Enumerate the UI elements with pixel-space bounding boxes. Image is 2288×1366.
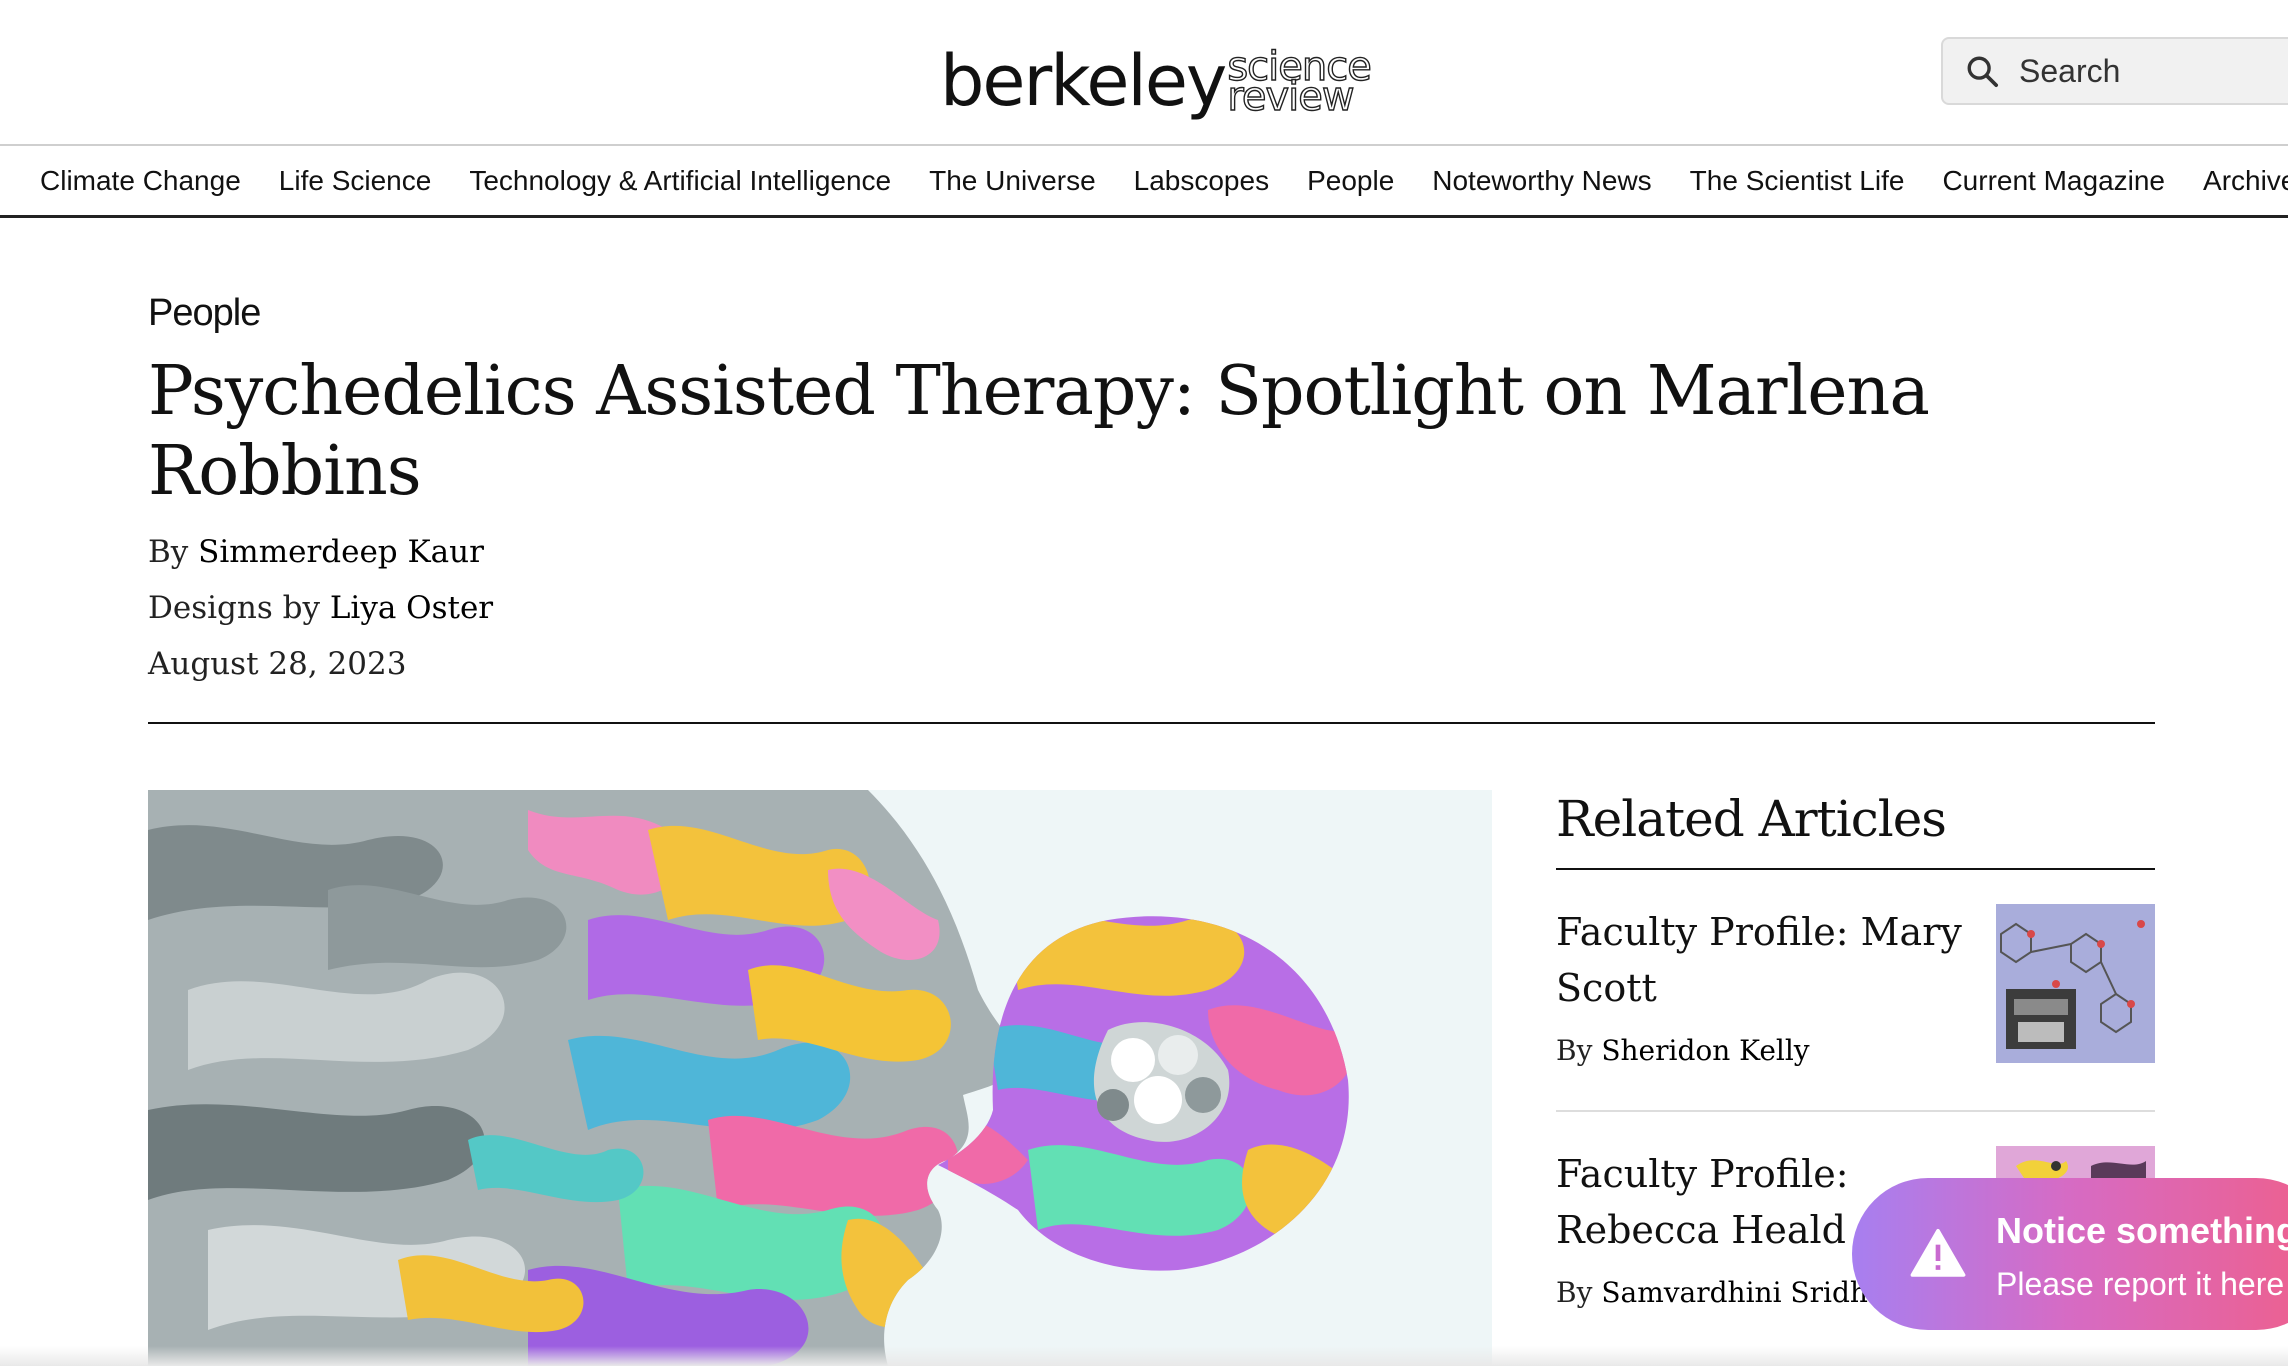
article-category[interactable]: People bbox=[148, 292, 261, 335]
feedback-notice[interactable]: Notice something Please report it here bbox=[1852, 1178, 2288, 1330]
nav-item-life-science[interactable]: Life Science bbox=[279, 165, 432, 197]
related-divider bbox=[1556, 868, 2155, 870]
byline-label: By bbox=[1556, 1276, 1593, 1309]
notice-report-link[interactable]: Please report it here bbox=[1996, 1266, 2284, 1303]
byline-label: By bbox=[1556, 1034, 1593, 1067]
author-link[interactable]: Simmerdeep Kaur bbox=[198, 534, 484, 570]
nav-item-noteworthy-news[interactable]: Noteworthy News bbox=[1432, 165, 1651, 197]
related-article-byline: By Sheridon Kelly bbox=[1556, 1034, 1810, 1067]
site-logo[interactable]: berkeley science review bbox=[940, 26, 1373, 122]
nav-item-archive[interactable]: Archive bbox=[2203, 165, 2288, 197]
notice-title: Notice something bbox=[1996, 1210, 2288, 1251]
related-articles-heading: Related Articles bbox=[1556, 790, 1947, 848]
site-header: berkeley science review bbox=[0, 0, 2288, 146]
related-article-title[interactable]: Faculty Profile: Mary Scott bbox=[1556, 904, 1976, 1016]
related-article-thumbnail[interactable] bbox=[1996, 904, 2155, 1063]
header-divider bbox=[148, 722, 1156, 724]
nav-item-scientist-life[interactable]: The Scientist Life bbox=[1690, 165, 1905, 197]
search-box[interactable] bbox=[1941, 37, 2288, 105]
nav-item-labscopes[interactable]: Labscopes bbox=[1134, 165, 1269, 197]
related-article-card[interactable]: Faculty Profile: Mary Scott By Sheridon … bbox=[1556, 904, 2155, 1114]
header-divider-right bbox=[1156, 722, 2155, 724]
warning-icon bbox=[1910, 1228, 1966, 1277]
main-nav: Climate Change Life Science Technology &… bbox=[0, 146, 2288, 218]
related-article-author[interactable]: Sheridon Kelly bbox=[1601, 1034, 1809, 1067]
byline-label: By bbox=[148, 534, 189, 570]
nav-item-climate-change[interactable]: Climate Change bbox=[40, 165, 241, 197]
article-designer-line: Designs by Liya Oster bbox=[148, 590, 493, 626]
article-title: Psychedelics Assisted Therapy: Spotlight… bbox=[148, 352, 1930, 511]
search-input[interactable] bbox=[2017, 51, 2271, 91]
nav-item-people[interactable]: People bbox=[1307, 165, 1394, 197]
nav-item-technology-ai[interactable]: Technology & Artificial Intelligence bbox=[469, 165, 891, 197]
designs-label: Designs by bbox=[148, 590, 320, 626]
logo-wordmark: berkeley bbox=[940, 40, 1227, 122]
logo-review: review bbox=[1227, 74, 1356, 120]
article-date: August 28, 2023 bbox=[148, 646, 407, 682]
designer-link[interactable]: Liya Oster bbox=[330, 590, 493, 626]
search-icon[interactable] bbox=[1965, 54, 1999, 88]
logo-subtitle: science review bbox=[1227, 46, 1373, 120]
hero-image bbox=[148, 790, 1492, 1366]
nav-item-current-magazine[interactable]: Current Magazine bbox=[1942, 165, 2165, 197]
article-byline: By Simmerdeep Kaur bbox=[148, 534, 484, 570]
card-divider bbox=[1556, 1110, 2155, 1112]
page-bottom-fade bbox=[0, 1346, 2288, 1366]
nav-item-the-universe[interactable]: The Universe bbox=[929, 165, 1096, 197]
